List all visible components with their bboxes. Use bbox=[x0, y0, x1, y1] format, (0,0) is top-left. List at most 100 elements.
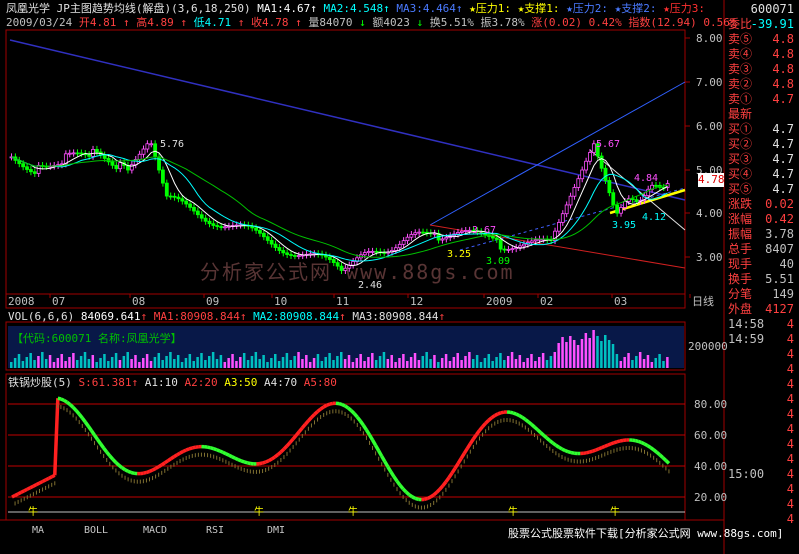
quote-item: 开4.81 bbox=[78, 16, 117, 29]
tick-row-value: 4 bbox=[786, 437, 794, 451]
wei-bi-value: -39.91 bbox=[750, 17, 794, 31]
tick-row: 4 bbox=[728, 482, 798, 496]
date-axis-label: 11 bbox=[336, 295, 350, 308]
quote-item: 换5.51% bbox=[429, 16, 474, 29]
sell-level-value: 4.8 bbox=[772, 47, 794, 61]
buy-level-value: 4.7 bbox=[772, 152, 794, 166]
quote-item: ↓ bbox=[359, 16, 366, 29]
quote-item: 额4023 bbox=[372, 16, 410, 29]
stat-1-value: 0.42 bbox=[765, 212, 794, 226]
tick-row-value: 4 bbox=[786, 512, 794, 526]
sell-level-label: 卖④ bbox=[728, 47, 753, 61]
stat-4-value: 40 bbox=[779, 257, 794, 271]
ma-item: ★压力3: bbox=[663, 2, 706, 15]
waipan: 外盘 4127 bbox=[728, 302, 798, 316]
stat-0-value: 0.02 bbox=[765, 197, 794, 211]
bull-marker: 牛 bbox=[254, 507, 264, 518]
tick-row-value: 4 bbox=[786, 407, 794, 421]
stat-4-label: 现手 bbox=[728, 257, 753, 271]
tick-row: 14:58 4 bbox=[728, 317, 798, 331]
sell-level-label: 卖⑤ bbox=[728, 32, 753, 46]
date-axis-label: 09 bbox=[206, 295, 220, 308]
sell-level: 卖③ 4.8 bbox=[728, 62, 798, 76]
indicator-params: (3,6,18,250) bbox=[171, 2, 251, 15]
date-axis-label: 12 bbox=[410, 295, 424, 308]
price-marker-m6: 3.95 bbox=[612, 220, 637, 231]
quote-item: 指数(12.94) bbox=[628, 16, 697, 29]
tick-row: 4 bbox=[728, 362, 798, 376]
bull-marker: 牛 bbox=[610, 507, 620, 518]
stat-3-value: 8407 bbox=[765, 242, 794, 256]
tick-row: 4 bbox=[728, 422, 798, 436]
sell-level-value: 4.7 bbox=[772, 92, 794, 106]
tick-row-value: 4 bbox=[786, 377, 794, 391]
buy-level: 买④ 4.7 bbox=[728, 167, 798, 181]
oscillator-axis-label: 20.00 bbox=[694, 491, 728, 504]
sell-level: 卖⑤ 4.8 bbox=[728, 32, 798, 46]
tick-row: 14:59 4 bbox=[728, 332, 798, 346]
current-price-tag: 4.78 bbox=[698, 173, 725, 187]
latest-price: 最新 bbox=[728, 107, 798, 121]
stat-5: 换手 5.51 bbox=[728, 272, 798, 286]
tab-boll[interactable]: BOLL bbox=[70, 524, 122, 538]
ma-item: ★支撑1: bbox=[517, 2, 560, 15]
buy-level-value: 4.7 bbox=[772, 182, 794, 196]
watermark: 分析家公式网 www.88gs.com bbox=[200, 260, 515, 284]
stat-2-value: 3.78 bbox=[765, 227, 794, 241]
tick-row: 4 bbox=[728, 497, 798, 511]
tab-rsi[interactable]: RSI bbox=[194, 524, 236, 538]
quote-item: 涨(0.02) bbox=[531, 16, 582, 29]
quote-item: 2009/03/24 bbox=[6, 16, 73, 29]
date-axis-label: 10 bbox=[274, 295, 288, 308]
tick-row-value: 4 bbox=[786, 452, 794, 466]
buy-level-label: 买③ bbox=[728, 152, 753, 166]
date-axis-label: 08 bbox=[132, 295, 146, 308]
price-axis-label: 7.00 bbox=[696, 76, 723, 89]
tick-row: 4 bbox=[728, 437, 798, 451]
price-axis-label: 8.00 bbox=[696, 32, 723, 45]
volume-header: VOL(6,6,6) 84069.641↑ MA1:80908.844↑ MA2… bbox=[8, 310, 446, 323]
latest-price-label: 最新 bbox=[728, 107, 753, 121]
stock-code-value: 600071 bbox=[750, 2, 794, 16]
price-marker-m5: 4.12 bbox=[642, 212, 667, 223]
main-indicator-header: 凤凰光学 JP主图趋势均线(解盘)(3,6,18,250) MA1:4.67↑ … bbox=[6, 2, 705, 15]
date-axis-label: 2009 bbox=[486, 295, 513, 308]
tab-dmi[interactable]: DMI bbox=[254, 524, 298, 538]
quote-item: 低4.71 bbox=[193, 16, 232, 29]
quote-item: 高4.89 bbox=[136, 16, 174, 29]
quote-item: ↓ bbox=[416, 16, 424, 29]
tick-row-value: 4 bbox=[786, 317, 794, 331]
ma-item: ★压力1: bbox=[469, 2, 512, 15]
tick-row-value: 4 bbox=[786, 347, 794, 361]
waipan-label: 外盘 bbox=[728, 302, 753, 316]
buy-level-value: 4.7 bbox=[772, 122, 794, 136]
date-axis-label: 07 bbox=[52, 295, 66, 308]
ma-item: ★压力2: bbox=[566, 2, 609, 15]
ma-item: MA1:4.67↑ bbox=[257, 2, 317, 15]
stat-4: 现手 40 bbox=[728, 257, 798, 271]
tick-row: 4 bbox=[728, 392, 798, 406]
ma-item: MA2:4.548↑ bbox=[323, 2, 390, 15]
price-marker-peak: 5.67 bbox=[596, 139, 621, 150]
ma-item: MA3:4.464↑ bbox=[396, 2, 463, 15]
footer-ad[interactable]: 股票公式股票软件下载[分析家公式网 www.88gs.com] bbox=[508, 525, 783, 541]
tab-ma[interactable]: MA bbox=[18, 524, 58, 538]
buy-level-label: 买② bbox=[728, 137, 753, 151]
tick-row: 15:00 4 bbox=[728, 467, 798, 481]
stock-info-label: 【代码:600071 名称:凤凰光学】 bbox=[12, 332, 182, 345]
tab-macd[interactable]: MACD bbox=[132, 524, 178, 538]
quote-item: ↑ bbox=[122, 16, 130, 29]
oscillator-panel-frame bbox=[5, 373, 686, 521]
date-axis-label: 日线 bbox=[692, 295, 714, 308]
quote-item: ↑ bbox=[180, 16, 187, 29]
sell-level-value: 4.8 bbox=[772, 62, 794, 76]
volume-axis-label: 200000 bbox=[688, 340, 728, 353]
tick-row-value: 4 bbox=[786, 392, 794, 406]
tick-row: 4 bbox=[728, 347, 798, 361]
sell-level-value: 4.8 bbox=[772, 32, 794, 46]
price-marker-m4: 4.84 bbox=[634, 173, 659, 184]
oscillator-header: 铁锅炒股(5) S:61.381↑ A1:10 A2:20 A3:50 A4:7… bbox=[8, 376, 337, 389]
price-axis-label: 6.00 bbox=[696, 120, 723, 133]
daily-quote-line: 2009/03/24 开4.81 ↑ 高4.89 ↑ 低4.71 ↑ 收4.78… bbox=[6, 16, 736, 29]
stat-5-value: 5.51 bbox=[765, 272, 794, 286]
